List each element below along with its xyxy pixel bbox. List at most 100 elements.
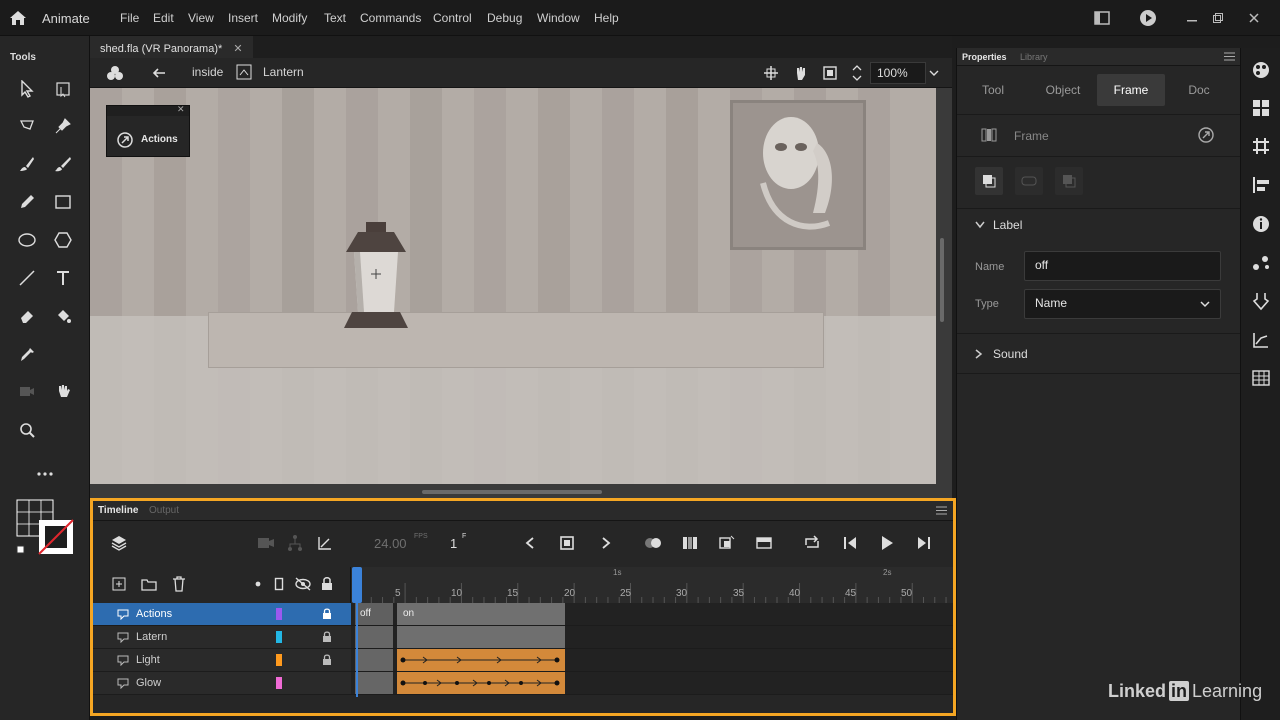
zoom-stepper-icon[interactable] bbox=[851, 63, 863, 83]
onion-skin-icon[interactable] bbox=[644, 535, 662, 551]
frame-span[interactable] bbox=[355, 672, 393, 694]
layer-row-glow[interactable]: Glow bbox=[93, 672, 351, 695]
chevron-down-icon[interactable] bbox=[975, 221, 985, 229]
polystar-tool-icon[interactable] bbox=[50, 227, 76, 253]
menu-file[interactable]: File bbox=[120, 11, 139, 25]
test-movie-icon[interactable] bbox=[1136, 6, 1160, 30]
close-panel-icon[interactable]: ✕ bbox=[177, 104, 185, 115]
layer-row-actions[interactable]: Actions bbox=[93, 603, 351, 626]
new-folder-icon[interactable] bbox=[141, 577, 157, 591]
close-tab-icon[interactable]: ✕ bbox=[233, 43, 242, 55]
frame-name-input[interactable]: off bbox=[1024, 251, 1221, 281]
layer-color-swatch[interactable] bbox=[276, 631, 282, 643]
subtab-tool[interactable]: Tool bbox=[959, 74, 1027, 106]
loop-icon[interactable] bbox=[803, 535, 821, 551]
actions-floating-panel[interactable]: ✕ Actions bbox=[106, 104, 190, 157]
hand-tool-icon[interactable] bbox=[50, 378, 76, 404]
layer-lock-icon[interactable] bbox=[322, 608, 332, 620]
subselection-tool-icon[interactable] bbox=[50, 76, 76, 102]
lock-all-icon[interactable] bbox=[321, 576, 333, 591]
eyedropper-tool-icon[interactable] bbox=[14, 341, 40, 367]
subtab-frame[interactable]: Frame bbox=[1097, 74, 1165, 106]
label-type-select[interactable]: Name bbox=[1024, 289, 1221, 319]
frames-glow[interactable] bbox=[351, 672, 953, 695]
delete-layer-icon[interactable] bbox=[172, 576, 186, 592]
motion-presets-icon[interactable] bbox=[1251, 253, 1271, 273]
camera-tool-icon[interactable] bbox=[14, 378, 40, 404]
rotate-stage-icon[interactable] bbox=[792, 65, 808, 81]
layer-lock-icon[interactable] bbox=[322, 631, 332, 643]
pencil-tool-icon[interactable] bbox=[14, 189, 40, 215]
panel-menu-icon[interactable] bbox=[936, 506, 947, 515]
menu-text[interactable]: Text bbox=[324, 11, 346, 25]
chevron-right-icon[interactable] bbox=[975, 349, 983, 359]
layer-color-swatch[interactable] bbox=[276, 654, 282, 666]
brush-tool-icon[interactable] bbox=[50, 151, 76, 177]
camera-icon[interactable] bbox=[257, 536, 275, 550]
current-frame[interactable]: 1 bbox=[450, 536, 457, 551]
frame-span[interactable] bbox=[397, 626, 565, 648]
color-panel-icon[interactable] bbox=[1251, 60, 1271, 80]
frame-ruler[interactable]: 1s 2s 5 10 15 20 25 30 35 40 45 50 bbox=[351, 567, 953, 603]
rectangle-tool-icon[interactable] bbox=[50, 189, 76, 215]
clip-stage-icon[interactable] bbox=[822, 65, 838, 81]
menu-window[interactable]: Window bbox=[537, 11, 580, 25]
menu-commands[interactable]: Commands bbox=[360, 11, 421, 25]
pin-tool-icon[interactable] bbox=[50, 113, 76, 139]
tab-properties[interactable]: Properties bbox=[962, 52, 1007, 62]
frame-span-on[interactable] bbox=[397, 603, 565, 625]
sound-section-title[interactable]: Sound bbox=[993, 347, 1028, 361]
motion-tween-button[interactable] bbox=[975, 167, 1003, 195]
label-section-title[interactable]: Label bbox=[993, 218, 1022, 232]
tab-timeline[interactable]: Timeline bbox=[98, 505, 138, 516]
text-tool-icon[interactable] bbox=[50, 265, 76, 291]
info-icon[interactable] bbox=[1251, 214, 1271, 234]
fps-value[interactable]: 24.00 bbox=[374, 536, 407, 551]
hide-all-icon[interactable] bbox=[294, 577, 312, 591]
layers-icon[interactable] bbox=[110, 534, 128, 552]
stage-vertical-scrollbar[interactable] bbox=[940, 238, 944, 322]
insert-keyframe-icon[interactable] bbox=[559, 535, 575, 551]
oval-tool-icon[interactable] bbox=[14, 227, 40, 253]
classic-tween-button[interactable] bbox=[1015, 167, 1043, 195]
stage-canvas[interactable] bbox=[90, 88, 936, 484]
breadcrumb-scene[interactable]: inside bbox=[192, 65, 223, 79]
layer-name[interactable]: Latern bbox=[136, 631, 167, 643]
zoom-field[interactable]: 100% bbox=[870, 62, 926, 84]
graph-panel-icon[interactable] bbox=[1251, 330, 1271, 350]
step-back-icon[interactable] bbox=[842, 536, 858, 550]
frames-latern[interactable] bbox=[351, 626, 953, 649]
lasso-tool-icon[interactable] bbox=[14, 113, 40, 139]
layer-name[interactable]: Glow bbox=[136, 677, 161, 689]
step-forward-icon[interactable] bbox=[916, 536, 932, 550]
menu-help[interactable]: Help bbox=[594, 11, 619, 25]
parenting-icon[interactable] bbox=[287, 534, 303, 552]
play-icon[interactable] bbox=[880, 535, 894, 551]
layer-color-swatch[interactable] bbox=[276, 677, 282, 689]
assets-icon[interactable] bbox=[1251, 291, 1271, 311]
frame-span[interactable] bbox=[355, 626, 393, 648]
selection-tool-icon[interactable] bbox=[14, 76, 40, 102]
graph-icon[interactable] bbox=[317, 535, 333, 551]
playhead-handle[interactable] bbox=[352, 567, 362, 603]
menu-debug[interactable]: Debug bbox=[487, 11, 522, 25]
align-icon[interactable] bbox=[1251, 175, 1271, 195]
minimize-icon[interactable] bbox=[1180, 6, 1204, 30]
menu-edit[interactable]: Edit bbox=[153, 11, 174, 25]
fill-stroke-swatch[interactable] bbox=[15, 498, 77, 558]
layer-color-swatch[interactable] bbox=[276, 608, 282, 620]
snap-icon[interactable] bbox=[763, 65, 779, 81]
eraser-tool-icon[interactable] bbox=[14, 303, 40, 329]
restore-icon[interactable] bbox=[1206, 6, 1230, 30]
home-icon[interactable] bbox=[8, 8, 28, 28]
grid-panel-icon[interactable] bbox=[1251, 136, 1271, 156]
breadcrumb-symbol[interactable]: Lantern bbox=[263, 65, 304, 79]
outline-icon[interactable] bbox=[274, 577, 284, 591]
swatches-icon[interactable] bbox=[1251, 98, 1271, 118]
next-keyframe-icon[interactable] bbox=[601, 537, 611, 549]
components-icon[interactable] bbox=[1251, 368, 1271, 388]
more-tools-icon[interactable] bbox=[32, 461, 58, 487]
shape-tween-button[interactable] bbox=[1055, 167, 1083, 195]
paint-brush-icon[interactable] bbox=[14, 151, 40, 177]
tab-output[interactable]: Output bbox=[149, 505, 179, 516]
